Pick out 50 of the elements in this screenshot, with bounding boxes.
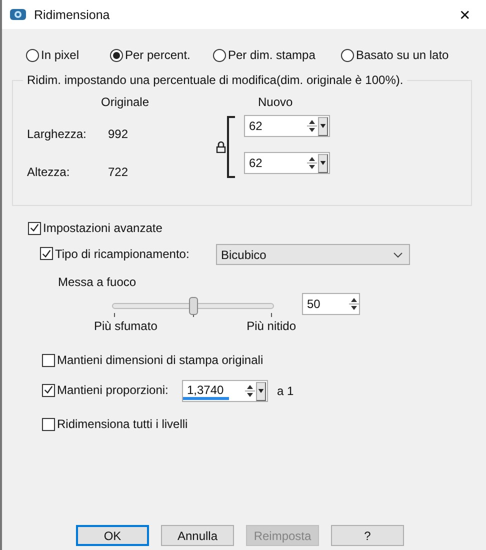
original-value: 722 <box>108 165 128 179</box>
checkbox-label: Tipo di ricampionamento: <box>55 246 190 260</box>
link-bracket <box>227 116 235 178</box>
radio-label: Per dim. stampa <box>228 48 316 62</box>
caret-icon <box>258 389 264 393</box>
original-value: 992 <box>108 127 128 141</box>
app-icon <box>10 8 26 22</box>
checkbox[interactable] <box>28 222 41 234</box>
radio-button[interactable] <box>26 48 39 62</box>
ratio-suffix: a 1 <box>277 384 294 398</box>
radio-button[interactable] <box>213 48 226 62</box>
slider-max-label: Più nitido <box>246 319 296 333</box>
radio-button[interactable] <box>341 48 354 62</box>
spin-field[interactable]: 1,3740 <box>182 380 268 402</box>
slider-min-label: Più sfumato <box>94 319 158 333</box>
radio-label: Basato su un lato <box>356 48 449 62</box>
spin-field[interactable]: 62 <box>244 115 330 137</box>
radio-label: In pixel <box>41 48 80 62</box>
dropdown-button[interactable] <box>256 382 266 400</box>
dialog-button[interactable]: ? <box>331 525 404 546</box>
dimension-label: Larghezza: <box>27 127 88 141</box>
checkbox[interactable] <box>42 354 55 366</box>
checkbox[interactable] <box>42 384 55 396</box>
chevron-down-icon <box>393 252 403 258</box>
dialog-button[interactable]: OK <box>76 525 149 546</box>
checkbox-label: Mantieni dimensioni di stampa originali <box>57 353 264 367</box>
checkbox[interactable] <box>42 418 55 430</box>
dimension-label: Altezza: <box>27 165 71 179</box>
caret-icon <box>320 161 326 165</box>
radio-button[interactable] <box>110 48 123 62</box>
column-header: Nuovo <box>258 95 293 109</box>
radio-label: Per percent. <box>125 48 190 62</box>
checkbox-label: Mantieni proporzioni: <box>57 383 168 397</box>
checkbox-label: Ridimensiona tutti i livelli <box>57 417 188 431</box>
spin-field[interactable]: 62 <box>244 152 330 174</box>
dropdown-button[interactable] <box>318 154 328 172</box>
dropdown[interactable]: Bicubico <box>216 244 410 265</box>
dropdown-button[interactable] <box>318 116 328 136</box>
column-header: Originale <box>101 95 150 109</box>
lock-icon[interactable] <box>216 141 226 153</box>
caret-icon <box>320 124 326 128</box>
checkbox-label: Impostazioni avanzate <box>43 221 162 235</box>
spin-field[interactable]: 50 <box>302 293 360 315</box>
group-title: Ridim. impostando una percentuale di modifica(dim. originale è 100%). <box>23 73 408 87</box>
dialog-button[interactable]: Annulla <box>161 525 234 546</box>
window-title: Ridimensiona <box>34 8 111 22</box>
close-button[interactable]: ✕ <box>454 6 476 22</box>
checkbox[interactable] <box>40 247 53 260</box>
slider-label: Messa a fuoco <box>58 275 136 289</box>
slider-thumb[interactable] <box>189 297 198 315</box>
